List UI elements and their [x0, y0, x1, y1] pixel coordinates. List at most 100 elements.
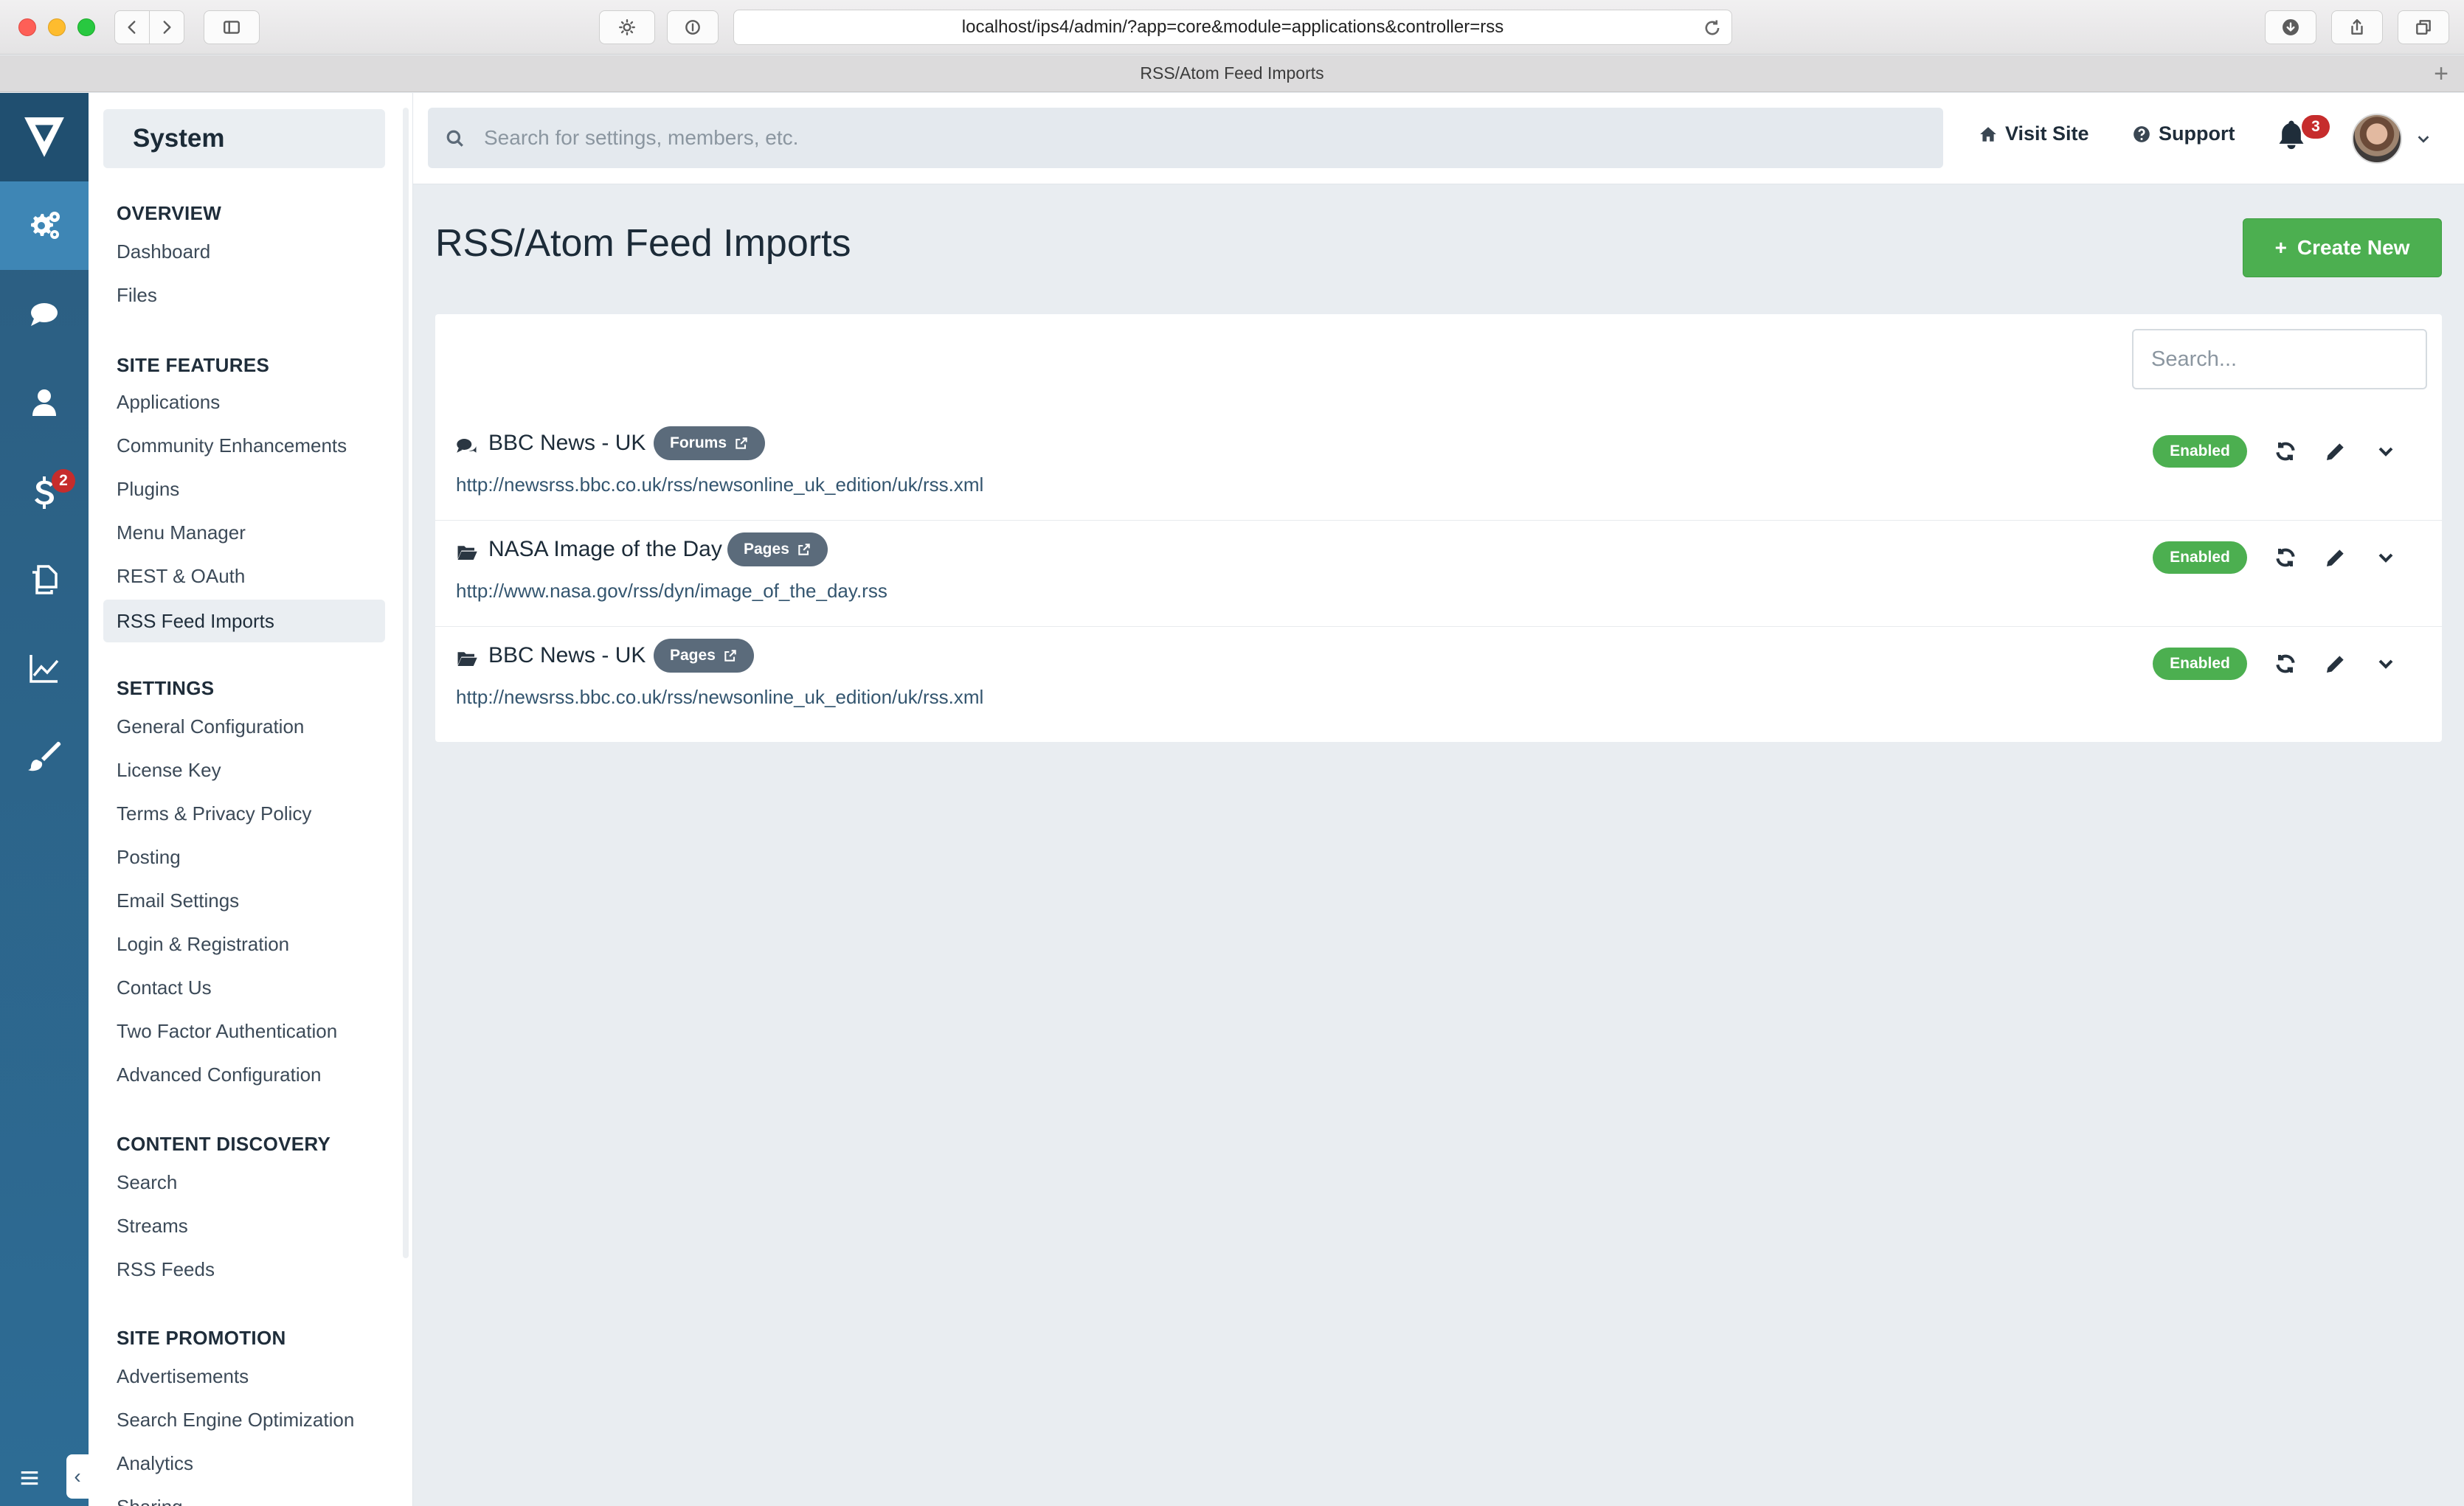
more-actions-button[interactable]	[2367, 645, 2405, 683]
feed-title[interactable]: BBC News - UK	[488, 643, 646, 668]
menu-item-rest-oauth[interactable]: REST & OAuth	[117, 565, 245, 588]
logo[interactable]	[0, 93, 89, 181]
new-tab-button[interactable]: +	[2429, 60, 2454, 88]
edit-button[interactable]	[2316, 645, 2355, 683]
status-badge[interactable]: Enabled	[2153, 541, 2247, 574]
menu-item-search[interactable]: Search	[117, 1171, 177, 1194]
status-badge[interactable]: Enabled	[2153, 648, 2247, 680]
close-window-button[interactable]	[18, 18, 36, 36]
acp-search-input[interactable]	[484, 108, 1930, 168]
brush-icon	[28, 741, 61, 771]
feed-row: NASA Image of the Day Pages http://www.n…	[435, 521, 2442, 627]
rail-commerce[interactable]: 2	[0, 447, 89, 535]
password-manager-button[interactable]	[667, 10, 719, 44]
feed-url: http://newsrss.bbc.co.uk/rss/newsonline_…	[456, 686, 984, 708]
rail-stats[interactable]	[0, 624, 89, 712]
user-menu[interactable]	[2352, 112, 2440, 165]
menu-item-login-registration[interactable]: Login & Registration	[117, 933, 289, 956]
external-link-icon	[736, 437, 747, 449]
pencil-icon	[2327, 443, 2344, 460]
edit-button[interactable]	[2316, 432, 2355, 471]
feed-container-badge[interactable]: Pages	[654, 639, 754, 673]
hamburger-menu-button[interactable]	[15, 1463, 44, 1493]
run-now-button[interactable]	[2266, 432, 2305, 471]
notification-count-badge: 3	[2302, 115, 2330, 139]
menu-item-contact-us[interactable]: Contact Us	[117, 976, 212, 999]
plus-icon: +	[2274, 236, 2287, 259]
feed-container-badge[interactable]: Forums	[654, 426, 766, 460]
menu-item-streams[interactable]: Streams	[117, 1215, 188, 1238]
downloads-button[interactable]	[2265, 10, 2316, 44]
back-button[interactable]	[114, 10, 150, 44]
brightness-extension-button[interactable]	[599, 10, 655, 44]
chevron-left-icon: ‹	[74, 1465, 81, 1488]
share-icon	[2351, 19, 2363, 35]
rail-members[interactable]	[0, 358, 89, 447]
menu-item-two-factor[interactable]: Two Factor Authentication	[117, 1020, 337, 1043]
table-search-input[interactable]	[2132, 329, 2427, 389]
zoom-window-button[interactable]	[77, 18, 95, 36]
feed-title[interactable]: NASA Image of the Day	[488, 537, 722, 562]
rail-customization[interactable]	[0, 712, 89, 801]
feed-url: http://newsrss.bbc.co.uk/rss/newsonline_…	[456, 473, 984, 496]
visit-site-label: Visit Site	[2005, 122, 2089, 145]
search-icon	[446, 130, 463, 147]
line-chart-icon	[30, 655, 59, 683]
run-now-button[interactable]	[2266, 645, 2305, 683]
home-icon	[1980, 126, 1996, 142]
create-new-button[interactable]: + Create New	[2243, 218, 2442, 277]
rail-system[interactable]	[0, 181, 89, 270]
menu-heading-settings: SETTINGS	[117, 677, 215, 699]
acp-search-bar[interactable]	[428, 108, 1943, 168]
copy-icon	[32, 565, 58, 594]
feed-imports-panel: BBC News - UK Forums http://newsrss.bbc.…	[435, 314, 2442, 742]
menu-item-dashboard[interactable]: Dashboard	[117, 240, 210, 263]
run-now-button[interactable]	[2266, 538, 2305, 577]
menu-scrollbar[interactable]	[403, 108, 409, 1258]
menu-item-rss-feeds[interactable]: RSS Feeds	[117, 1258, 215, 1281]
menu-item-analytics[interactable]: Analytics	[117, 1452, 193, 1475]
menu-item-advertisements[interactable]: Advertisements	[117, 1365, 249, 1388]
sun-icon	[619, 19, 635, 35]
feed-container-badge[interactable]: Pages	[727, 532, 828, 566]
menu-item-sharing[interactable]: Sharing	[117, 1496, 183, 1506]
menu-item-posting[interactable]: Posting	[117, 846, 181, 869]
menu-item-community-enhancements[interactable]: Community Enhancements	[117, 434, 347, 457]
share-button[interactable]	[2331, 10, 2383, 44]
menu-item-terms-privacy[interactable]: Terms & Privacy Policy	[117, 802, 311, 825]
status-badge[interactable]: Enabled	[2153, 435, 2247, 468]
menu-item-seo[interactable]: Search Engine Optimization	[117, 1409, 354, 1432]
visit-site-link[interactable]: Visit Site	[1979, 122, 2089, 145]
more-actions-button[interactable]	[2367, 432, 2405, 471]
rail-community[interactable]	[0, 270, 89, 358]
minimize-window-button[interactable]	[48, 18, 66, 36]
rail-pages[interactable]	[0, 535, 89, 624]
show-tabs-button[interactable]	[2398, 10, 2449, 44]
comments-icon	[456, 435, 478, 457]
menu-item-advanced-configuration[interactable]: Advanced Configuration	[117, 1063, 322, 1086]
forward-button[interactable]	[149, 10, 184, 44]
menu-item-plugins[interactable]: Plugins	[117, 478, 179, 501]
address-bar[interactable]: localhost/ips4/admin/?app=core&module=ap…	[733, 10, 1732, 45]
address-url: localhost/ips4/admin/?app=core&module=ap…	[961, 17, 1504, 37]
edit-button[interactable]	[2316, 538, 2355, 577]
feed-title[interactable]: BBC News - UK	[488, 431, 646, 456]
active-tab-title[interactable]: RSS/Atom Feed Imports	[1140, 63, 1323, 83]
menu-item-menu-manager[interactable]: Menu Manager	[117, 521, 246, 544]
menu-item-license-key[interactable]: License Key	[117, 759, 221, 782]
more-actions-button[interactable]	[2367, 538, 2405, 577]
reload-icon[interactable]	[1702, 18, 1723, 38]
browser-toolbar: localhost/ips4/admin/?app=core&module=ap…	[0, 0, 2464, 55]
sidebar-toggle-button[interactable]	[204, 10, 260, 44]
collapse-sidebar-button[interactable]: ‹	[66, 1454, 89, 1499]
menu-item-files[interactable]: Files	[117, 284, 157, 307]
notifications-button[interactable]: 3	[2275, 115, 2330, 162]
menu-item-email-settings[interactable]: Email Settings	[117, 889, 239, 912]
menu-item-general-configuration[interactable]: General Configuration	[117, 715, 304, 738]
menu-item-rss-feed-imports[interactable]: RSS Feed Imports	[103, 600, 385, 642]
menu-item-applications[interactable]: Applications	[117, 391, 220, 414]
external-link-icon	[798, 544, 810, 555]
feed-container-label: Pages	[670, 647, 716, 664]
support-link[interactable]: Support	[2132, 122, 2235, 145]
folder-open-icon	[456, 648, 478, 670]
